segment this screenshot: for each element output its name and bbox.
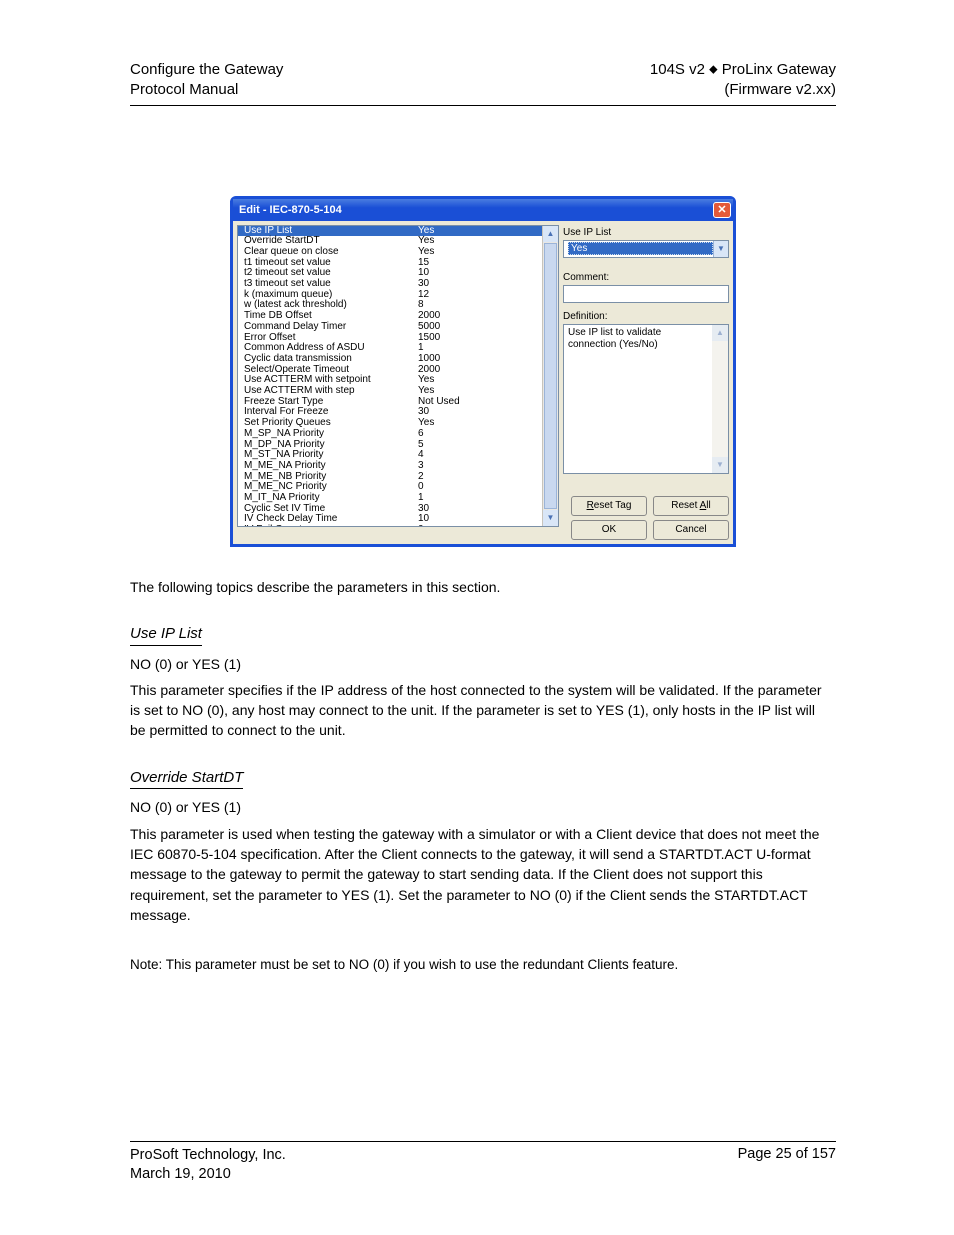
header-right-2: (Firmware v2.xx) — [724, 81, 836, 98]
section-options: NO (0) or YES (1) — [130, 654, 834, 674]
definition-label: Definition: — [563, 311, 729, 322]
definition-textarea[interactable]: Use IP list to validate connection (Yes/… — [563, 324, 729, 474]
list-item[interactable]: Clear queue on closeYes — [238, 247, 542, 258]
section-body: This parameter specifies if the IP addre… — [130, 680, 834, 741]
list-item[interactable]: M_SP_NA Priority6 — [238, 429, 542, 440]
comment-input[interactable] — [563, 285, 729, 303]
dialog-titlebar[interactable]: Edit - IEC-870-5-104 ✕ — [233, 199, 733, 221]
parameter-list[interactable]: Use IP ListYesOverride StartDTYesClear q… — [237, 225, 559, 527]
param-value: Yes — [418, 247, 434, 258]
page-header: Configure the Gateway Protocol Manual 10… — [130, 60, 836, 106]
body-text: The following topics describe the parame… — [130, 577, 834, 975]
footer-date: March 19, 2010 — [130, 1166, 231, 1182]
reset-tag-button[interactable]: Reset Tag — [571, 496, 647, 516]
intro-text: The following topics describe the parame… — [130, 577, 834, 597]
cancel-button[interactable]: Cancel — [653, 520, 729, 540]
header-left-line2: Protocol Manual — [130, 81, 238, 98]
header-right-1a: 104S v2 — [650, 61, 705, 78]
definition-text: Use IP list to validate connection (Yes/… — [568, 327, 661, 350]
comment-label: Comment: — [563, 272, 729, 283]
close-icon: ✕ — [717, 203, 726, 216]
dialog-title: Edit - IEC-870-5-104 — [239, 204, 342, 216]
diamond-icon: ◆ — [709, 64, 717, 76]
footer-pagenum: Page 25 of 157 — [738, 1146, 836, 1185]
scroll-down-icon[interactable]: ▼ — [712, 457, 728, 473]
field-label: Use IP List — [563, 227, 729, 238]
section-options: NO (0) or YES (1) — [130, 797, 834, 817]
textarea-scrollbar[interactable]: ▲ ▼ — [712, 325, 728, 473]
param-name: Command Delay Timer — [244, 322, 418, 333]
scroll-down-icon[interactable]: ▼ — [543, 510, 558, 526]
section-heading: Override StartDT — [130, 767, 243, 790]
section-heading: Use IP List — [130, 623, 202, 646]
header-right-1b: ProLinx Gateway — [722, 61, 836, 78]
right-pane: Use IP List Yes ▼ Comment: Definition: U… — [563, 225, 729, 540]
dropdown-selected: Yes — [568, 242, 713, 255]
param-value: 6 — [418, 429, 424, 440]
param-value: 5000 — [418, 322, 440, 333]
scroll-thumb[interactable] — [544, 243, 557, 509]
page-footer: ProSoft Technology, Inc. March 19, 2010 … — [130, 1141, 836, 1185]
scroll-up-icon[interactable]: ▲ — [543, 226, 558, 242]
value-dropdown[interactable]: Yes ▼ — [563, 240, 729, 258]
param-name: Clear queue on close — [244, 247, 418, 258]
section-body: This parameter is used when testing the … — [130, 824, 834, 925]
close-button[interactable]: ✕ — [713, 202, 731, 218]
scrollbar[interactable]: ▲ ▼ — [542, 226, 558, 526]
param-name: M_SP_NA Priority — [244, 429, 418, 440]
list-item[interactable]: Command Delay Timer5000 — [238, 322, 542, 333]
header-left-line1: Configure the Gateway — [130, 61, 283, 78]
footer-company: ProSoft Technology, Inc. — [130, 1147, 286, 1163]
header-right: 104S v2 ◆ ProLinx Gateway (Firmware v2.x… — [650, 60, 836, 101]
reset-all-button[interactable]: Reset All — [653, 496, 729, 516]
section-note: Note: This parameter must be set to NO (… — [130, 955, 834, 975]
header-left: Configure the Gateway Protocol Manual — [130, 60, 283, 101]
chevron-down-icon[interactable]: ▼ — [713, 241, 728, 257]
scroll-up-icon[interactable]: ▲ — [712, 325, 728, 341]
edit-dialog: Edit - IEC-870-5-104 ✕ Use IP ListYesOve… — [230, 196, 736, 547]
ok-button[interactable]: OK — [571, 520, 647, 540]
